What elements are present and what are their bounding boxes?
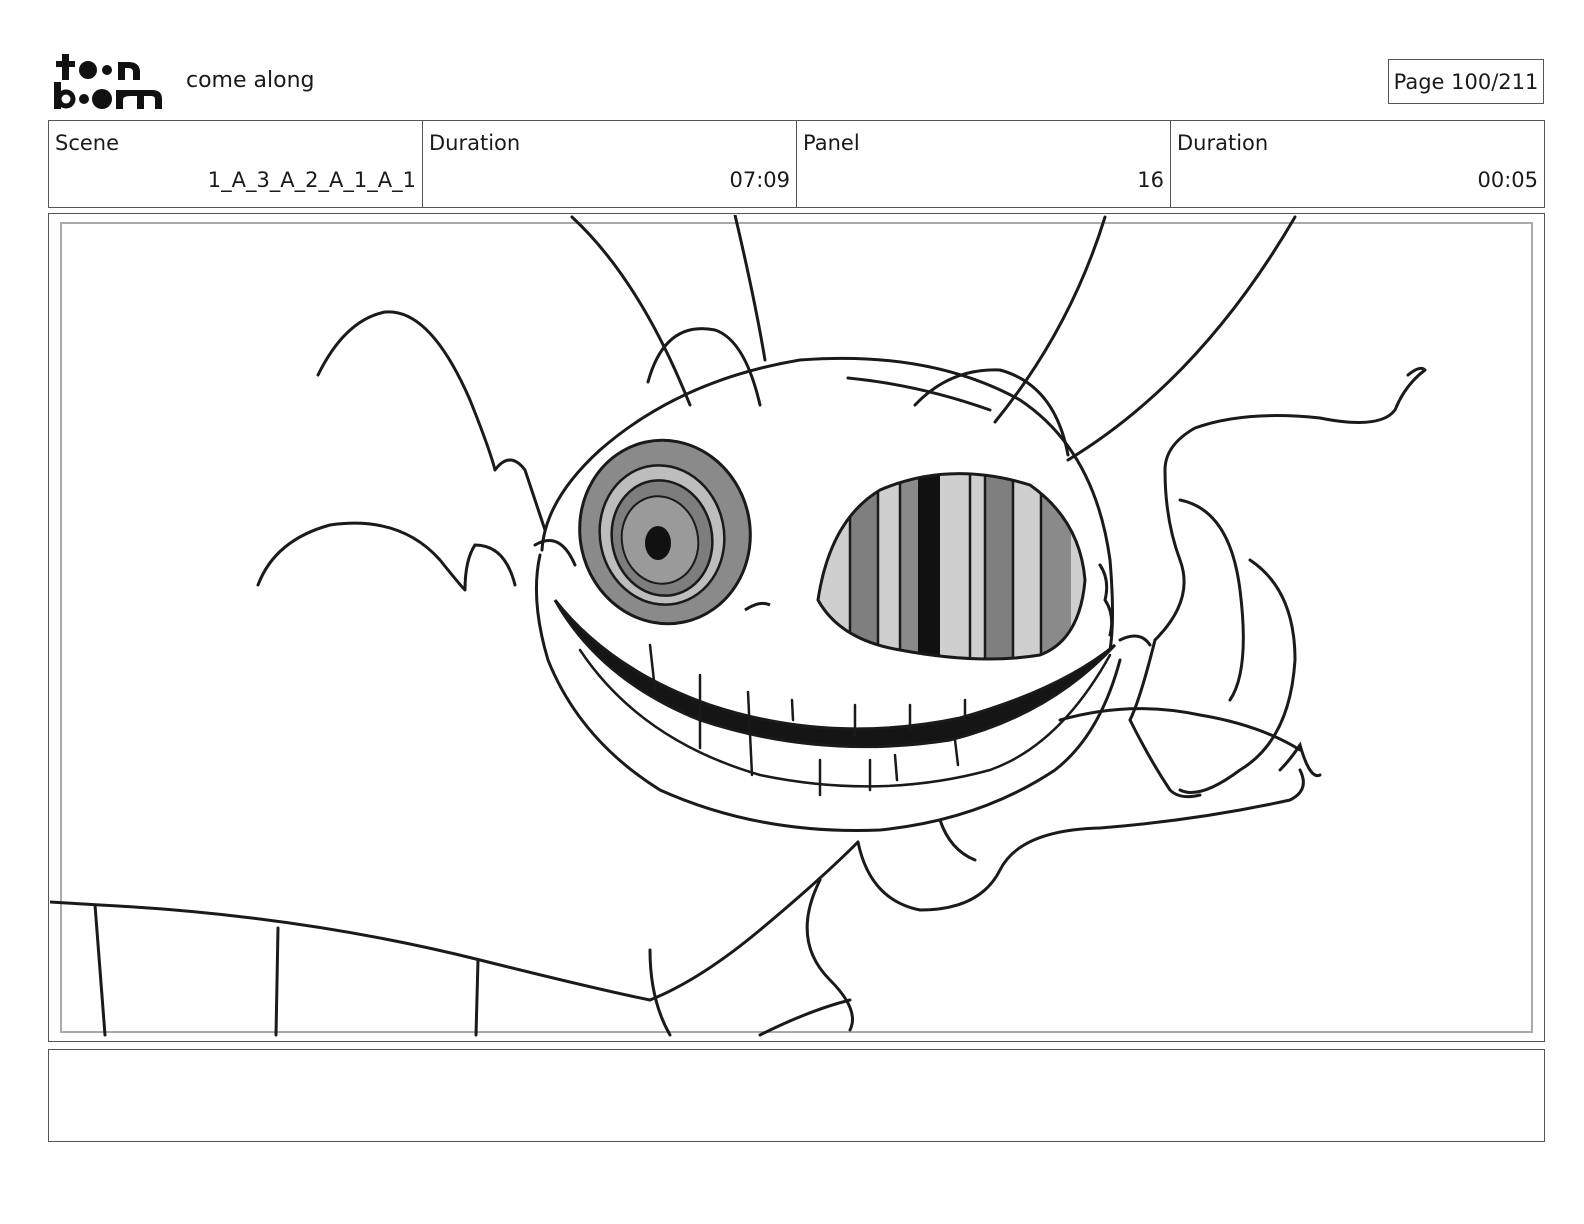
panel-label: Panel [803, 131, 860, 155]
project-title: come along [186, 68, 315, 93]
panel-cell: Panel 16 [797, 121, 1171, 207]
panel-duration-label: Duration [1177, 131, 1269, 155]
scene-info-row: Scene 1_A_3_A_2_A_1_A_1 Duration 07:09 P… [48, 120, 1545, 208]
page-counter: Page 100/211 [1388, 59, 1544, 104]
panel-notes [48, 1049, 1545, 1142]
scene-cell: Scene 1_A_3_A_2_A_1_A_1 [49, 121, 423, 207]
panel-value: 16 [1137, 168, 1164, 192]
toon-boom-logo [54, 54, 162, 109]
scene-duration-cell: Duration 07:09 [423, 121, 797, 207]
scene-label: Scene [55, 131, 120, 155]
scene-value: 1_A_3_A_2_A_1_A_1 [207, 168, 416, 192]
scene-duration-value: 07:09 [729, 168, 790, 192]
scene-duration-label: Duration [429, 131, 521, 155]
panel-duration-value: 00:05 [1477, 168, 1538, 192]
panel-duration-cell: Duration 00:05 [1171, 121, 1544, 207]
storyboard-sketch [50, 215, 1427, 1037]
